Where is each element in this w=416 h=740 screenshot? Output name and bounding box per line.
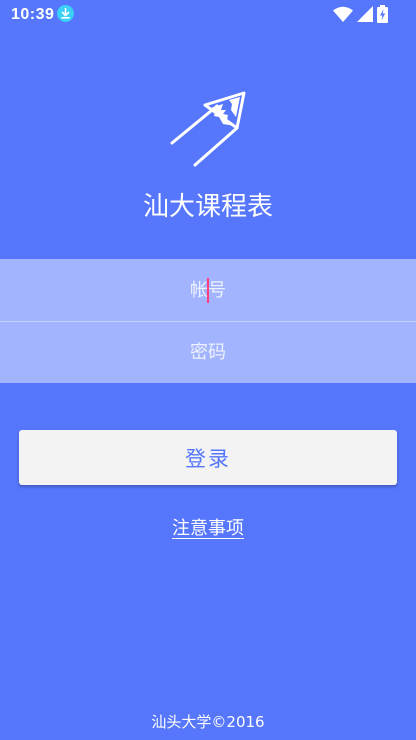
- wifi-icon: [333, 6, 353, 22]
- battery-charging-icon: [377, 5, 388, 23]
- password-field-row: [0, 321, 416, 383]
- app-title: 汕大课程表: [142, 192, 273, 222]
- login-button[interactable]: 登录: [19, 430, 397, 485]
- password-input[interactable]: [0, 322, 416, 383]
- status-time: 10:39: [11, 6, 55, 23]
- text-caret: [207, 278, 209, 303]
- download-icon: [57, 5, 74, 22]
- footer-copyright: 汕头大学©2016: [151, 713, 265, 731]
- signal-icon: [357, 6, 373, 22]
- pencil-rocket-icon: [170, 91, 246, 167]
- notice-link[interactable]: 注意事项: [172, 518, 244, 539]
- status-bar: 10:39: [0, 0, 416, 30]
- status-icons: [333, 5, 388, 23]
- notice-row: 注意事项: [0, 514, 416, 540]
